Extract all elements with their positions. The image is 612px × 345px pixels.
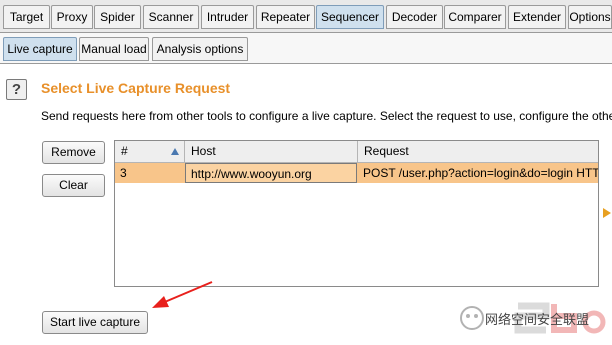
table-header: # Host Request (115, 141, 598, 163)
watermark-text: 网络空间安全联盟 (485, 312, 590, 327)
section-title: Select Live Capture Request (41, 80, 231, 96)
column-header-host[interactable]: Host (185, 141, 358, 162)
clear-button[interactable]: Clear (42, 174, 105, 197)
column-header-number-label: # (121, 144, 128, 158)
expand-arrow-icon[interactable] (603, 208, 611, 218)
sort-ascending-icon (171, 148, 179, 155)
tab-extender[interactable]: Extender (508, 5, 566, 29)
tab-spider[interactable]: Spider (94, 5, 141, 29)
tab-sequencer[interactable]: Sequencer (316, 5, 384, 29)
help-icon[interactable]: ? (6, 79, 27, 100)
top-tab-bar: Target Proxy Spider Scanner Intruder Rep… (0, 0, 612, 33)
table-row[interactable]: 3 http://www.wooyun.org POST /user.php?a… (115, 163, 599, 183)
sub-tab-bar: Live capture Manual load Analysis option… (0, 33, 612, 64)
tab-comparer[interactable]: Comparer (444, 5, 506, 29)
tab-scanner[interactable]: Scanner (143, 5, 199, 29)
tab-target[interactable]: Target (3, 5, 50, 29)
column-header-number[interactable]: # (115, 141, 185, 162)
tab-manual-load[interactable]: Manual load (79, 37, 149, 61)
tab-proxy[interactable]: Proxy (51, 5, 93, 29)
remove-button[interactable]: Remove (42, 141, 105, 164)
cell-host[interactable]: http://www.wooyun.org (185, 163, 357, 183)
section-description: Send requests here from other tools to c… (41, 109, 612, 123)
tab-intruder[interactable]: Intruder (201, 5, 254, 29)
tab-decoder[interactable]: Decoder (386, 5, 443, 29)
tab-live-capture[interactable]: Live capture (3, 37, 77, 61)
start-live-capture-button[interactable]: Start live capture (42, 311, 148, 334)
column-header-request[interactable]: Request (358, 141, 598, 162)
cell-number: 3 (120, 166, 127, 180)
tab-options[interactable]: Options (568, 5, 612, 29)
cell-request: POST /user.php?action=login&do=login HTT… (363, 166, 599, 180)
annotation-arrow-icon (152, 281, 213, 308)
requests-table: # Host Request 3 http://www.wooyun.org P… (114, 140, 599, 287)
tab-analysis-options[interactable]: Analysis options (152, 37, 248, 61)
tab-repeater[interactable]: Repeater (256, 5, 315, 29)
